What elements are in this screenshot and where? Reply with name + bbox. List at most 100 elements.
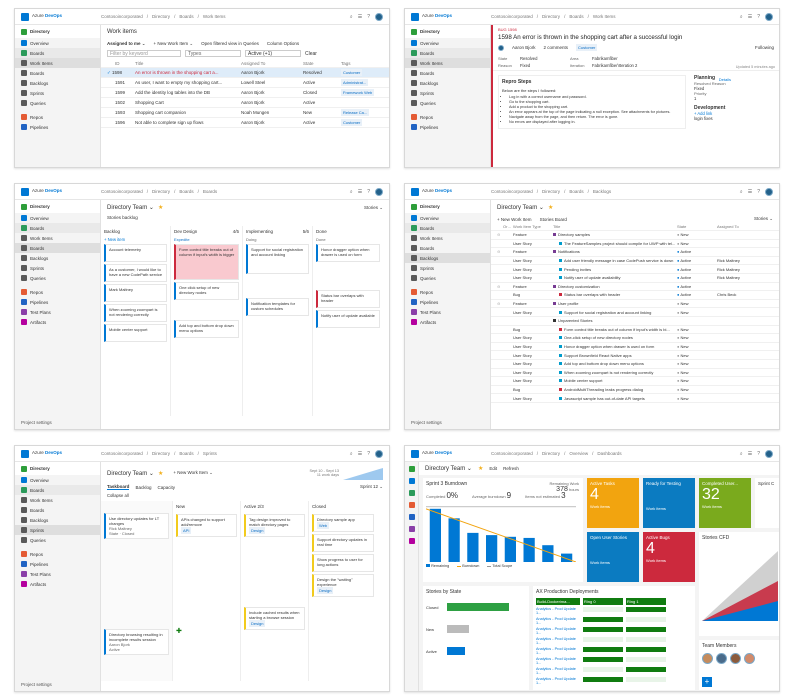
drag-handle-icon[interactable]: ⊖ — [497, 249, 513, 254]
deployment-row[interactable]: Analytics - Prod Update 1... — [536, 657, 692, 665]
board-card[interactable]: Notify user of update available — [316, 310, 380, 328]
sidebar-item-boards-sub[interactable]: Boards — [15, 505, 100, 515]
board-card[interactable]: Status bar overlaps with header — [316, 290, 380, 308]
assignee[interactable]: Aaron Bjork — [512, 45, 536, 50]
sidebar-item-boards-sub[interactable]: Boards — [405, 68, 490, 78]
iteration-field[interactable]: Fabrikamfiber\Iteration 2 — [592, 63, 682, 68]
search-icon[interactable]: ⌕ — [740, 189, 743, 195]
deployments-widget[interactable]: AX Production Deployments Build-Dockerim… — [533, 586, 695, 690]
backlog-row[interactable]: User Story Honor dragger option when draw… — [491, 343, 779, 352]
logo[interactable]: Azure DevOps — [15, 449, 101, 458]
member-avatar[interactable] — [744, 653, 755, 664]
backlog-row[interactable]: User Story The FeatureSamples project sho… — [491, 240, 779, 249]
sidebar-item-pipelines[interactable]: Pipelines — [405, 122, 490, 132]
states-dropdown[interactable]: Active (+1) — [245, 50, 301, 57]
team-selector[interactable]: Directory Team ⌄ — [425, 465, 472, 472]
drag-handle-icon[interactable]: ⊖ — [497, 284, 513, 289]
sidebar-item-pipelines[interactable]: Pipelines — [15, 122, 100, 132]
sidebar-item-queries[interactable]: Queries — [15, 273, 100, 283]
sidebar-project[interactable]: Directory — [405, 200, 490, 213]
sidebar-item-boards[interactable]: Boards — [405, 223, 490, 233]
member-avatar[interactable] — [702, 653, 713, 664]
sidebar-item-boards[interactable]: Boards — [15, 223, 100, 233]
backlog-row[interactable]: Bug Status bar overlaps with header ● Acti… — [491, 291, 779, 300]
help-icon[interactable]: ? — [757, 14, 760, 20]
sidebar-item-pipelines[interactable]: Pipelines — [15, 297, 100, 307]
sidebar-item-sprints[interactable]: Sprints — [15, 525, 100, 535]
favorite-icon[interactable]: ★ — [158, 204, 163, 211]
add-task-icon[interactable]: ✚ — [176, 627, 237, 635]
sidebar-item-overview[interactable]: Overview — [15, 475, 100, 485]
sidebar-item-backlogs[interactable]: Backlogs — [405, 78, 490, 88]
task-card[interactable]: Include cached results when starting a b… — [244, 607, 305, 630]
clear-filter-button[interactable]: Clear — [305, 51, 317, 57]
avatar[interactable] — [375, 12, 383, 21]
sidebar-item-work-items[interactable]: Work Items — [405, 58, 490, 68]
filter-input[interactable]: Filter by keyword — [107, 50, 181, 57]
sidebar-item-queries[interactable]: Queries — [15, 535, 100, 545]
sidebar-item-work-items[interactable]: Work Items — [15, 495, 100, 505]
board-card[interactable]: When zooming zoompart is not rendering c… — [104, 304, 167, 322]
help-icon[interactable]: ? — [367, 189, 370, 195]
tab-stories-backlog[interactable]: Stories backlog — [101, 215, 389, 220]
edit-button[interactable]: Edit — [489, 466, 497, 471]
deployment-row[interactable]: Analytics - Prod Update 1... — [536, 617, 692, 625]
task-card[interactable]: Directory browsing resulting in incomple… — [104, 629, 169, 655]
backlog-row[interactable]: Bug AndroidMultiThreading leaks progress … — [491, 386, 779, 395]
avatar[interactable] — [765, 449, 773, 458]
board-card[interactable]: Form control title breaks out of column … — [174, 244, 239, 280]
tab-capacity[interactable]: Capacity — [157, 485, 175, 490]
artifacts-icon[interactable] — [408, 538, 415, 544]
logo[interactable]: Azure DevOps — [405, 187, 491, 196]
sidebar-item-work-items[interactable]: Work Items — [15, 58, 100, 68]
linked-branch[interactable]: login fixes — [694, 116, 774, 121]
sidebar-item-backlogs[interactable]: Backlogs — [15, 515, 100, 525]
sidebar-item-boards[interactable]: Boards — [15, 485, 100, 495]
sidebar-item-boards-sub[interactable]: Boards — [15, 243, 100, 253]
active-tasks-tile[interactable]: Active Tasks 4 Work items — [587, 478, 639, 528]
open-in-queries-button[interactable]: Open filtered view in Queries — [201, 41, 259, 46]
work-item-title[interactable]: 1598 An error is thrown in the shopping … — [493, 34, 779, 41]
sidebar-item-queries[interactable]: Queries — [405, 273, 490, 283]
sidebar-item-artifacts[interactable]: Artifacts — [15, 579, 100, 589]
favorite-icon[interactable]: ★ — [548, 204, 553, 211]
sidebar-item-work-items[interactable]: Work Items — [405, 233, 490, 243]
sidebar-item-boards[interactable]: Boards — [405, 48, 490, 58]
tag-customer[interactable]: Customer — [576, 44, 598, 51]
task-card[interactable]: Support directory updates in real time — [312, 534, 374, 552]
list-icon[interactable]: ☰ — [748, 14, 752, 20]
sidebar-item-sprints[interactable]: Sprints — [15, 88, 100, 98]
new-work-item-button[interactable]: + New Work Item ⌄ — [173, 470, 213, 476]
backlog-row[interactable]: ⊖ Feature Directory customization ● Active — [491, 283, 779, 292]
member-avatar[interactable] — [730, 653, 741, 664]
drag-handle-icon[interactable]: ⊖ — [497, 301, 513, 306]
table-row[interactable]: 1599 Add the identity log tables into th… — [101, 88, 389, 98]
task-card[interactable]: Tag design improved to match directory p… — [244, 514, 305, 537]
table-row[interactable]: 1593 Shopping cart companion Noah Mungen… — [101, 108, 389, 118]
backlog-row[interactable]: User Story Add top and bottom drop down m… — [491, 360, 779, 369]
open-user-stories-tile[interactable]: Open User Stories Work items — [587, 532, 639, 582]
details-tab[interactable]: Details — [719, 77, 731, 82]
sidebar-project[interactable]: Directory — [15, 200, 100, 213]
logo[interactable]: Azure DevOps — [405, 449, 491, 458]
board-card[interactable]: Support for social registration and acco… — [246, 244, 309, 274]
help-icon[interactable]: ? — [757, 189, 760, 195]
search-icon[interactable]: ⌕ — [350, 189, 353, 195]
sidebar-item-boards[interactable]: Boards — [15, 48, 100, 58]
breadcrumb-boards[interactable]: Boards — [179, 14, 193, 19]
stories-by-state-widget[interactable]: Stories by State Closed New Active — [423, 586, 529, 690]
table-row[interactable]: 1596 Not able to complete sign up flows … — [101, 118, 389, 128]
avatar[interactable] — [375, 187, 383, 196]
repro-steps[interactable]: Repro Steps Below are the steps I follow… — [498, 75, 686, 129]
stories-cfd-widget[interactable]: Stories CFD — [699, 532, 779, 636]
list-icon[interactable]: ☰ — [358, 14, 362, 20]
new-item-button[interactable]: + New item — [101, 237, 170, 242]
deployment-row[interactable]: Analytics - Prod Update 1... — [536, 627, 692, 635]
tab-backlog[interactable]: Backlog — [135, 485, 151, 490]
completed-user-stories-tile[interactable]: Completed User... 32 Work items — [699, 478, 751, 528]
favorite-icon[interactable]: ★ — [158, 470, 163, 477]
favorite-icon[interactable]: ★ — [478, 465, 483, 472]
backlog-row[interactable]: ⊖ Feature User profile ● New — [491, 300, 779, 309]
sidebar-item-queries[interactable]: Queries — [15, 98, 100, 108]
sidebar-item-artifacts[interactable]: Artifacts — [15, 317, 100, 327]
